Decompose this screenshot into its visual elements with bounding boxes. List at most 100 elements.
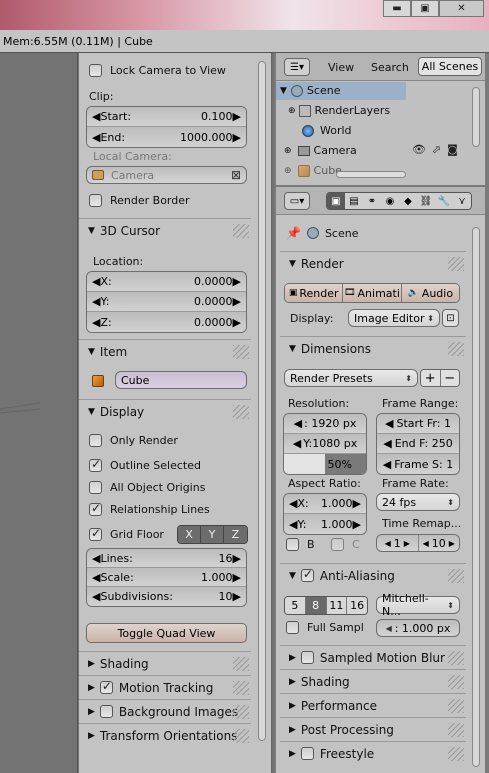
drag-handle-icon[interactable] — [448, 722, 464, 737]
camera-visibility-icons[interactable]: 👁⬀◙ — [412, 143, 464, 156]
render-border-row[interactable]: Render Border — [89, 194, 190, 207]
outliner-item-renderlayers[interactable]: ⊕ RenderLayers — [288, 104, 390, 117]
drag-handle-icon[interactable] — [233, 656, 249, 671]
crop-checkbox[interactable] — [331, 538, 344, 551]
clip-end-field[interactable]: ◀End: 1000.000▶ — [87, 127, 246, 147]
drag-handle-icon[interactable] — [233, 344, 249, 359]
full-sample-checkbox[interactable] — [286, 621, 299, 634]
full-sample-row[interactable]: Full Sampl — [286, 621, 364, 634]
outline-selected-checkbox[interactable] — [89, 457, 102, 472]
render-button[interactable]: ▣ Render — [285, 284, 344, 302]
outliner-view-menu[interactable]: View — [328, 61, 354, 74]
local-camera-field[interactable]: Camera ⊠ — [86, 166, 247, 184]
start-frame-field[interactable]: ◀ Start Fr: 1 — [377, 414, 459, 434]
drag-handle-icon[interactable] — [448, 698, 464, 713]
aa-samples-8[interactable]: 8 — [305, 597, 327, 614]
border-b-row[interactable]: B — [286, 538, 315, 551]
render-border-checkbox[interactable] — [89, 194, 102, 207]
lock-camera-checkbox[interactable] — [89, 64, 102, 77]
motion-tracking-header[interactable]: ▶Motion Tracking — [79, 675, 251, 699]
properties-editor-type-icon[interactable]: ▭▾ — [284, 192, 310, 210]
item-header[interactable]: ▼ Item — [79, 339, 251, 363]
scene-tab-icon[interactable]: ⚭ — [363, 193, 381, 209]
relationship-lines-row[interactable]: Relationship Lines — [89, 501, 210, 516]
3d-cursor-header[interactable]: ▼ 3D Cursor — [79, 218, 251, 242]
outliner-hscrollbar[interactable] — [336, 171, 406, 178]
time-remap-old-field[interactable]: ◀ 1 ▶ — [377, 535, 419, 551]
shading-header[interactable]: ▶ Shading — [79, 651, 251, 675]
freestyle-panel-header[interactable]: ▶ Freestyle — [280, 741, 466, 765]
minimize-button[interactable]: ▬ — [383, 0, 411, 17]
outliner-search-menu[interactable]: Search — [371, 61, 409, 74]
drag-handle-icon[interactable] — [448, 746, 464, 761]
render-animation-button[interactable]: 🎞 Animati — [343, 284, 402, 302]
crop-c-row[interactable]: C — [331, 538, 360, 551]
render-presets-dropdown[interactable]: Render Presets ⬍ — [284, 369, 418, 387]
all-scenes-dropdown[interactable]: All Scenes — [418, 57, 482, 76]
outliner-editor-type-icon[interactable]: ☰▾ — [284, 58, 310, 76]
drag-handle-icon[interactable] — [233, 404, 249, 419]
shading-panel-header[interactable]: ▶ Shading — [280, 669, 466, 693]
post-processing-panel-header[interactable]: ▶ Post Processing — [280, 717, 466, 741]
resolution-y-field[interactable]: ◀ Y:1080 px — [284, 434, 366, 454]
cursor-z-field[interactable]: ◀Z: 0.0000▶ — [87, 312, 246, 332]
display-header[interactable]: ▼ Display — [79, 399, 251, 423]
cursor-y-field[interactable]: ◀Y: 0.0000▶ — [87, 292, 246, 312]
anti-aliasing-checkbox[interactable] — [300, 567, 314, 582]
motion-tracking-checkbox[interactable] — [99, 679, 113, 694]
drag-handle-icon[interactable] — [233, 223, 249, 238]
close-button[interactable]: ✕ — [439, 0, 484, 17]
world-tab-icon[interactable]: ◉ — [381, 193, 399, 209]
constraints-tab-icon[interactable]: ⛓ — [417, 193, 435, 209]
border-checkbox[interactable] — [286, 538, 299, 551]
grid-subdivisions-field[interactable]: ◀Subdivisions: 10▶ — [87, 587, 246, 606]
frame-rate-dropdown[interactable]: 24 fps ⬍ — [376, 493, 460, 511]
resolution-x-field[interactable]: ◀: 1920 px — [284, 414, 366, 434]
aspect-x-field[interactable]: ◀X: 1.000▶ — [284, 494, 366, 514]
anti-aliasing-header[interactable]: ▼Anti-Aliasing — [280, 563, 466, 587]
drag-handle-icon[interactable] — [233, 728, 249, 743]
drag-handle-icon[interactable] — [448, 650, 464, 665]
clip-start-field[interactable]: ◀Start: 0.100▶ — [87, 107, 246, 127]
3d-viewport[interactable] — [0, 53, 78, 773]
modifiers-tab-icon[interactable]: 🔧 — [435, 193, 453, 209]
aa-filter-dropdown[interactable]: Mitchell-N... ⬍ — [376, 592, 460, 618]
background-images-checkbox[interactable] — [99, 705, 113, 718]
sampled-motion-blur-header[interactable]: ▶ Sampled Motion Blur — [280, 645, 466, 669]
filter-size-field[interactable]: ◀: 1.000 px — [376, 619, 460, 637]
grid-lines-field[interactable]: ◀Lines: 16▶ — [87, 549, 246, 568]
freestyle-checkbox[interactable] — [300, 747, 314, 760]
grid-floor-row[interactable]: Grid Floor — [89, 526, 164, 541]
sampled-motion-blur-checkbox[interactable] — [300, 651, 314, 664]
outliner-item-camera[interactable]: ⊕ Camera — [284, 144, 357, 157]
object-tab-icon[interactable]: ◆ — [399, 193, 417, 209]
render-layers-tab-icon[interactable]: ▤ — [345, 193, 363, 209]
add-preset-icon[interactable]: + — [421, 370, 441, 386]
axis-z-toggle[interactable]: Z — [224, 526, 247, 543]
relationship-lines-checkbox[interactable] — [89, 501, 102, 516]
outliner-scrollbar[interactable] — [472, 87, 480, 147]
drag-handle-icon[interactable] — [448, 568, 464, 583]
only-render-checkbox[interactable] — [89, 434, 102, 447]
render-tab-icon[interactable]: ▣ — [327, 193, 345, 209]
frame-step-field[interactable]: ◀ Frame S: 1 — [377, 454, 459, 474]
drag-handle-icon[interactable] — [233, 704, 249, 719]
outliner-item-scene[interactable]: ▼ Scene — [280, 84, 340, 97]
aa-samples-5[interactable]: 5 — [285, 597, 306, 614]
remove-preset-icon[interactable]: − — [440, 370, 459, 386]
drag-handle-icon[interactable] — [233, 680, 249, 695]
axis-x-toggle[interactable]: X — [178, 526, 201, 543]
all-object-origins-row[interactable]: All Object Origins — [89, 481, 205, 494]
drag-handle-icon[interactable] — [448, 341, 464, 356]
resolution-percentage-slider[interactable]: 50% — [284, 454, 366, 474]
time-remap-new-field[interactable]: ◀ 10 ▶ — [418, 535, 459, 551]
dimensions-panel-header[interactable]: ▼ Dimensions — [280, 336, 466, 360]
outliner-item-world[interactable]: World — [302, 124, 352, 137]
cursor-x-field[interactable]: ◀X: 0.0000▶ — [87, 272, 246, 292]
aspect-y-field[interactable]: ◀Y: 1.000▶ — [284, 514, 366, 534]
render-audio-button[interactable]: 🔈 Audio — [401, 284, 459, 302]
properties-scrollbar[interactable] — [472, 227, 480, 767]
data-tab-icon[interactable]: ⋎ — [453, 193, 471, 209]
aa-samples-16[interactable]: 16 — [347, 597, 367, 614]
item-name-input[interactable]: Cube — [115, 371, 247, 389]
